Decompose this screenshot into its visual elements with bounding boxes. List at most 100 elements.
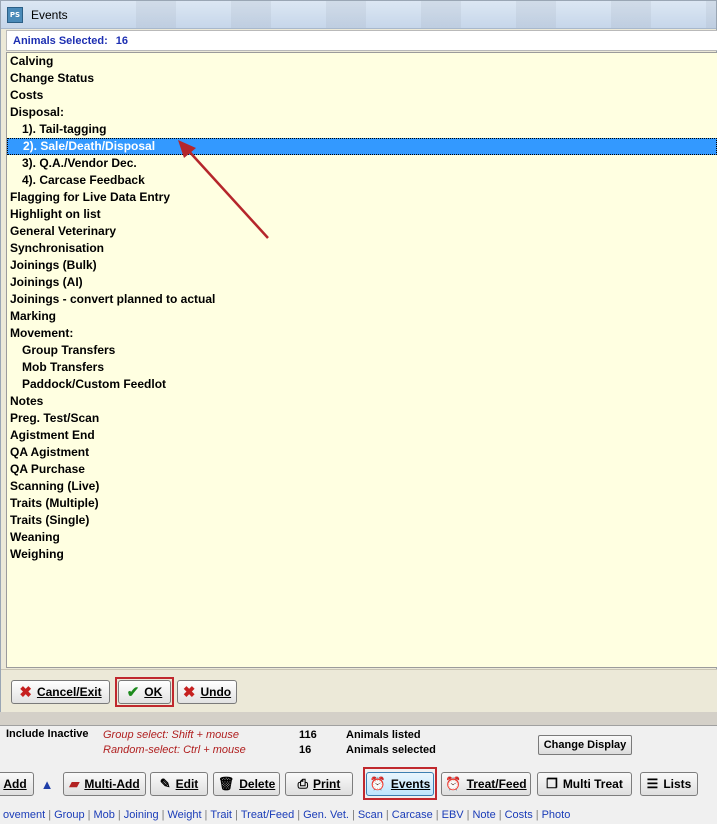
event-list-item[interactable]: Group Transfers <box>7 342 717 359</box>
tab-link[interactable]: Joining <box>121 809 162 821</box>
tab-link[interactable]: ovement <box>0 809 48 821</box>
event-list-item[interactable]: General Veterinary <box>7 223 717 240</box>
tab-link[interactable]: EBV <box>439 809 467 821</box>
event-list-item[interactable]: Synchronisation <box>7 240 717 257</box>
event-list-item[interactable]: Weighing <box>7 546 717 563</box>
tab-link[interactable]: Gen. Vet. <box>300 809 352 821</box>
cross-icon: ✖ <box>19 683 32 701</box>
event-list-item[interactable]: 1). Tail-tagging <box>7 121 717 138</box>
multi-treat-label: Multi Treat <box>562 777 623 791</box>
animals-listed-label: Animals listed <box>346 729 421 741</box>
event-list-item[interactable]: Mob Transfers <box>7 359 717 376</box>
edit-icon: ✎ <box>159 776 171 791</box>
event-list-item[interactable]: Traits (Multiple) <box>7 495 717 512</box>
events-button[interactable]: ⏰ Events <box>366 772 434 796</box>
cancel-exit-button[interactable]: ✖ Cancel/Exit <box>11 680 110 704</box>
tab-link[interactable]: Weight <box>164 809 204 821</box>
tab-link[interactable]: Carcase <box>389 809 436 821</box>
event-list-item[interactable]: Notes <box>7 393 717 410</box>
alarm-clock-icon: ⏰ <box>369 776 386 791</box>
dialog-button-bar: ✖ Cancel/Exit ✔ OK ✖ Undo <box>1 669 717 713</box>
status-area: Include Inactive Group select: Shift + m… <box>0 726 717 766</box>
event-list-item[interactable]: Paddock/Custom Feedlot <box>7 376 717 393</box>
events-list[interactable]: Calving Change Status Costs Disposal: 1). Ta… <box>6 52 717 668</box>
animals-listed-count: 116 <box>299 729 317 741</box>
print-button[interactable]: ⎙ Print <box>285 772 353 796</box>
multi-add-button[interactable]: ▰ Multi-Add <box>63 772 146 796</box>
title-bar[interactable]: PS Events <box>1 1 716 29</box>
edit-label: Edit <box>175 777 199 791</box>
main-window-strip <box>0 712 717 726</box>
event-list-item[interactable]: QA Purchase <box>7 461 717 478</box>
alarm-clock-icon: ⏰ <box>445 776 462 791</box>
event-list-item[interactable]: Highlight on list <box>7 206 717 223</box>
window-title: Events <box>31 7 68 22</box>
treat-feed-label: Treat/Feed <box>466 777 527 791</box>
animals-selected-bar: Animals Selected: 16 <box>6 30 717 51</box>
event-list-item[interactable]: Change Status <box>7 70 717 87</box>
tab-link[interactable]: Mob <box>91 809 118 821</box>
add-button[interactable]: Add <box>0 772 34 796</box>
event-list-item[interactable]: Weaning <box>7 529 717 546</box>
list-icon: ☰ <box>646 776 659 791</box>
group-select-hint: Group select: Shift + mouse <box>103 729 240 741</box>
check-icon: ✔ <box>126 683 140 701</box>
tab-link[interactable]: Group <box>51 809 88 821</box>
change-display-button[interactable]: Change Display <box>538 735 632 755</box>
tab-link[interactable]: Trait <box>207 809 235 821</box>
event-list-item[interactable]: Scanning (Live) <box>7 478 717 495</box>
random-select-hint: Random-select: Ctrl + mouse <box>103 744 246 756</box>
cross-icon: ✖ <box>182 683 196 701</box>
main-toolbar: Add ▲ ▰ Multi-Add ✎ Edit 🗑 Delete ⎙ Prin… <box>0 766 717 804</box>
annotation-arrow <box>178 140 269 239</box>
include-inactive-label[interactable]: Include Inactive <box>6 728 89 740</box>
event-list-item[interactable]: Joinings (Bulk) <box>7 257 717 274</box>
edit-button[interactable]: ✎ Edit <box>150 772 208 796</box>
event-list-item[interactable]: Marking <box>7 308 717 325</box>
cancel-exit-label: Cancel/Exit <box>36 685 102 699</box>
multi-add-label: Multi-Add <box>84 777 140 791</box>
event-list-item[interactable]: 2). Sale/Death/Disposal <box>7 138 717 155</box>
ok-button[interactable]: ✔ OK <box>118 680 171 704</box>
event-list-item[interactable]: Traits (Single) <box>7 512 717 529</box>
event-list-item[interactable]: Preg. Test/Scan <box>7 410 717 427</box>
tab-link[interactable]: Scan <box>355 809 386 821</box>
event-list-item[interactable]: Agistment End <box>7 427 717 444</box>
animals-selected-status-label: Animals selected <box>346 744 436 756</box>
tab-link[interactable]: Costs <box>502 809 536 821</box>
lists-button[interactable]: ☰ Lists <box>640 772 698 796</box>
print-label: Print <box>313 777 341 791</box>
event-list-item[interactable]: Joinings (AI) <box>7 274 717 291</box>
event-list-item[interactable]: Flagging for Live Data Entry <box>7 189 717 206</box>
printer-icon: ⎙ <box>297 776 309 791</box>
animals-selected-count: 16 <box>115 34 129 47</box>
tab-link[interactable]: Note <box>469 809 498 821</box>
sort-icon-button[interactable]: ▲ <box>40 772 54 796</box>
delete-label: Delete <box>239 777 276 791</box>
event-list-item[interactable]: Costs <box>7 87 717 104</box>
event-list-item[interactable]: QA Agistment <box>7 444 717 461</box>
documents-icon: ❐ <box>546 776 558 791</box>
tab-link[interactable]: Photo <box>539 809 574 821</box>
lists-label: Lists <box>663 777 692 791</box>
event-list-item[interactable]: Disposal: <box>7 104 717 121</box>
trash-icon: 🗑 <box>217 776 235 791</box>
record-tabs: ovement | Group | Mob | Joining | Weight | Trait | T… <box>0 806 717 824</box>
ok-label: OK <box>144 685 163 699</box>
treat-feed-button[interactable]: ⏰ Treat/Feed <box>441 772 531 796</box>
animals-selected-status-count: 16 <box>299 744 312 756</box>
delete-button[interactable]: 🗑 Delete <box>213 772 280 796</box>
add-label: Add <box>3 777 27 791</box>
undo-button[interactable]: ✖ Undo <box>177 680 237 704</box>
event-list-item[interactable]: Movement: <box>7 325 717 342</box>
event-list-item[interactable]: 3). Q.A./Vendor Dec. <box>7 155 717 172</box>
sort-icon: ▲ <box>40 776 54 792</box>
events-dialog: PS Events Animals Selected: 16 Calving Ch… <box>0 0 717 713</box>
event-list-item[interactable]: Joinings - convert planned to actual <box>7 291 717 308</box>
tab-link[interactable]: Treat/Feed <box>238 809 297 821</box>
multi-add-icon: ▰ <box>69 776 80 791</box>
event-list-item[interactable]: Calving <box>7 53 717 70</box>
multi-treat-button[interactable]: ❐ Multi Treat <box>537 772 632 796</box>
background-window-ghost <box>81 1 716 28</box>
event-list-item[interactable]: 4). Carcase Feedback <box>7 172 717 189</box>
